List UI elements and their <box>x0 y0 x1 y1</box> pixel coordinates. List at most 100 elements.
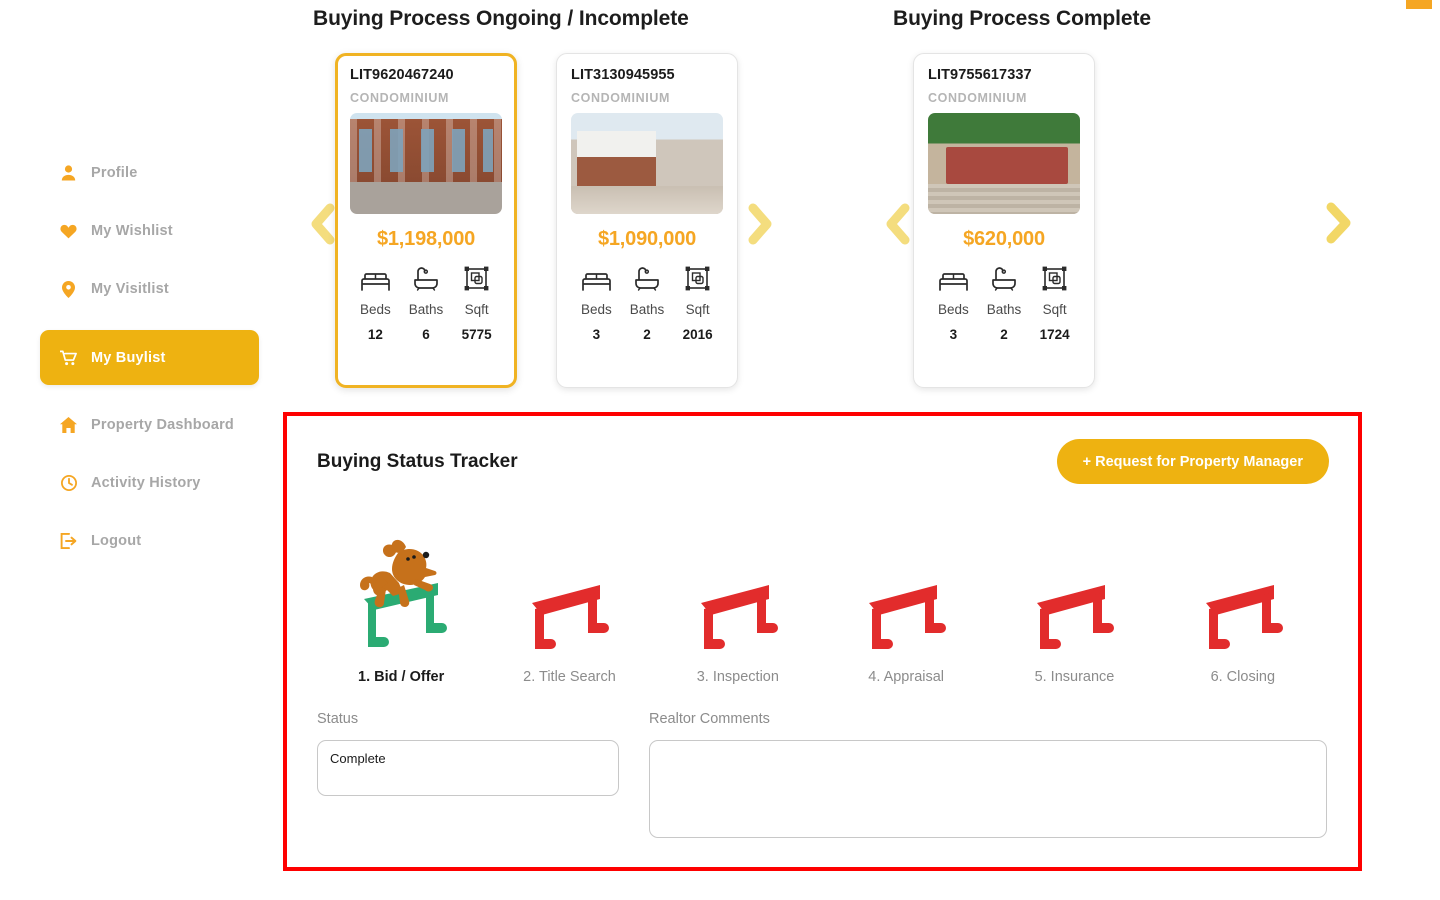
sidebar-item-label: Activity History <box>91 475 201 491</box>
spec-label: Beds <box>580 302 612 317</box>
app-page: Profile My Wishlist My Visitlist My Buyl… <box>0 0 1440 900</box>
property-price: $1,198,000 <box>376 228 476 250</box>
status-label: Status <box>317 711 359 727</box>
spec-value: 2016 <box>682 327 713 342</box>
spec-baths: Baths 2 <box>979 265 1030 342</box>
step-label: 4. Appraisal <box>868 669 945 685</box>
sidebar-item-profile[interactable]: Profile <box>40 156 259 190</box>
spec-baths: Baths 6 <box>401 265 452 342</box>
area-icon <box>1042 265 1067 291</box>
property-type: CONDOMINIUM <box>928 91 1027 105</box>
property-id: LIT9620467240 <box>350 67 454 83</box>
area-icon <box>464 265 489 291</box>
sidebar-item-label: My Buylist <box>91 349 166 366</box>
step-art-insurance <box>990 531 1158 651</box>
sidebar-item-activity-history[interactable]: Activity History <box>40 466 259 500</box>
bed-icon <box>581 265 611 291</box>
spec-value: 2 <box>1000 327 1008 342</box>
buying-status-tracker-panel: Buying Status Tracker + Request for Prop… <box>283 412 1362 871</box>
request-property-manager-button[interactable]: + Request for Property Manager <box>1056 439 1329 484</box>
property-type: CONDOMINIUM <box>571 91 670 105</box>
step-label: 5. Insurance <box>1034 669 1115 685</box>
area-icon <box>685 265 710 291</box>
spec-value: 3 <box>592 327 601 342</box>
spec-label: Baths <box>986 302 1022 317</box>
spec-value: 1724 <box>1039 327 1070 342</box>
property-card[interactable]: LIT3130945955 CONDOMINIUM $1,090,000 Bed… <box>556 53 738 388</box>
step-label: 1. Bid / Offer <box>358 669 445 685</box>
dog-over-hurdle-icon <box>360 539 448 647</box>
comments-field-group: Realtor Comments <box>649 711 1327 843</box>
carousel-prev-complete-icon[interactable] <box>883 202 913 246</box>
bathtub-icon <box>634 265 660 291</box>
sidebar-item-property-dashboard[interactable]: Property Dashboard <box>40 408 259 442</box>
tracker-step-inspection[interactable]: 3. Inspection <box>654 531 822 685</box>
hurdle-icon <box>532 585 610 649</box>
tracker-step-closing[interactable]: 6. Closing <box>1159 531 1327 685</box>
spec-label: Beds <box>359 302 391 317</box>
step-art-appraisal <box>822 531 990 651</box>
realtor-comments-input[interactable] <box>649 740 1327 838</box>
spec-value: 2 <box>643 327 651 342</box>
logout-icon <box>60 533 77 550</box>
bathtub-icon <box>991 265 1017 291</box>
status-input[interactable] <box>317 740 619 796</box>
property-specs: Beds 3 Baths 2 Sqft 2016 <box>571 265 723 342</box>
spec-label: Sqft <box>1042 302 1067 317</box>
tracker-steps: 1. Bid / Offer 2. Title Search 3. Inspec… <box>317 531 1327 685</box>
tracker-step-title-search[interactable]: 2. Title Search <box>485 531 653 685</box>
status-field-group: Status <box>317 711 619 843</box>
property-specs: Beds 12 Baths 6 Sqft 5775 <box>350 265 502 342</box>
hurdle-icon <box>869 585 947 649</box>
pin-icon <box>60 280 77 298</box>
property-price: $620,000 <box>963 228 1045 250</box>
step-art-title-search <box>485 531 653 651</box>
spec-beds: Beds 3 <box>571 265 622 342</box>
spec-value: 12 <box>367 327 383 342</box>
step-art-closing <box>1159 531 1327 651</box>
sidebar-item-my-buylist[interactable]: My Buylist <box>40 330 259 385</box>
spec-beds: Beds 12 <box>350 265 401 342</box>
step-label: 2. Title Search <box>523 669 616 685</box>
spec-label: Beds <box>937 302 969 317</box>
step-label: 6. Closing <box>1210 669 1276 685</box>
heart-icon <box>60 223 77 240</box>
sidebar-item-label: My Wishlist <box>91 223 173 239</box>
property-card[interactable]: LIT9755617337 CONDOMINIUM $620,000 Beds … <box>913 53 1095 388</box>
carousel-prev-ongoing-icon[interactable] <box>308 202 338 246</box>
spec-label: Baths <box>629 302 665 317</box>
realtor-comments-label: Realtor Comments <box>649 711 770 727</box>
sidebar-item-label: Property Dashboard <box>91 417 234 433</box>
sidebar-item-label: My Visitlist <box>91 281 169 297</box>
spec-sqft: Sqft 2016 <box>672 265 723 342</box>
hurdle-icon <box>1037 585 1115 649</box>
section-title-complete: Buying Process Complete <box>893 7 1151 30</box>
property-specs: Beds 3 Baths 2 Sqft 1724 <box>928 265 1080 342</box>
cart-icon <box>60 349 77 366</box>
clock-icon <box>60 475 77 492</box>
spec-label: Baths <box>408 302 444 317</box>
property-type: CONDOMINIUM <box>350 91 449 105</box>
spec-value: 5775 <box>461 327 492 342</box>
sidebar-item-label: Profile <box>91 165 138 181</box>
hurdle-icon <box>1205 585 1283 649</box>
tracker-fields: Status Realtor Comments <box>317 711 1327 843</box>
step-label: 3. Inspection <box>696 669 779 685</box>
sidebar-item-logout[interactable]: Logout <box>40 524 259 558</box>
hurdle-icon <box>700 585 778 649</box>
property-price: $1,090,000 <box>597 228 697 250</box>
property-photo <box>350 113 502 214</box>
bed-icon <box>938 265 968 291</box>
carousel-next-ongoing-icon[interactable] <box>745 202 775 246</box>
property-card[interactable]: LIT9620467240 CONDOMINIUM $1,198,000 Bed… <box>335 53 517 388</box>
tracker-step-bid-offer[interactable]: 1. Bid / Offer <box>317 531 485 685</box>
sidebar-item-my-visitlist[interactable]: My Visitlist <box>40 272 259 306</box>
tracker-step-appraisal[interactable]: 4. Appraisal <box>822 531 990 685</box>
spec-label: Sqft <box>464 302 489 317</box>
carousel-next-complete-icon[interactable] <box>1322 200 1352 244</box>
tracker-step-insurance[interactable]: 5. Insurance <box>990 531 1158 685</box>
sidebar-item-label: Logout <box>91 533 142 549</box>
step-art-inspection <box>654 531 822 651</box>
property-photo <box>571 113 723 214</box>
sidebar-item-my-wishlist[interactable]: My Wishlist <box>40 214 259 248</box>
